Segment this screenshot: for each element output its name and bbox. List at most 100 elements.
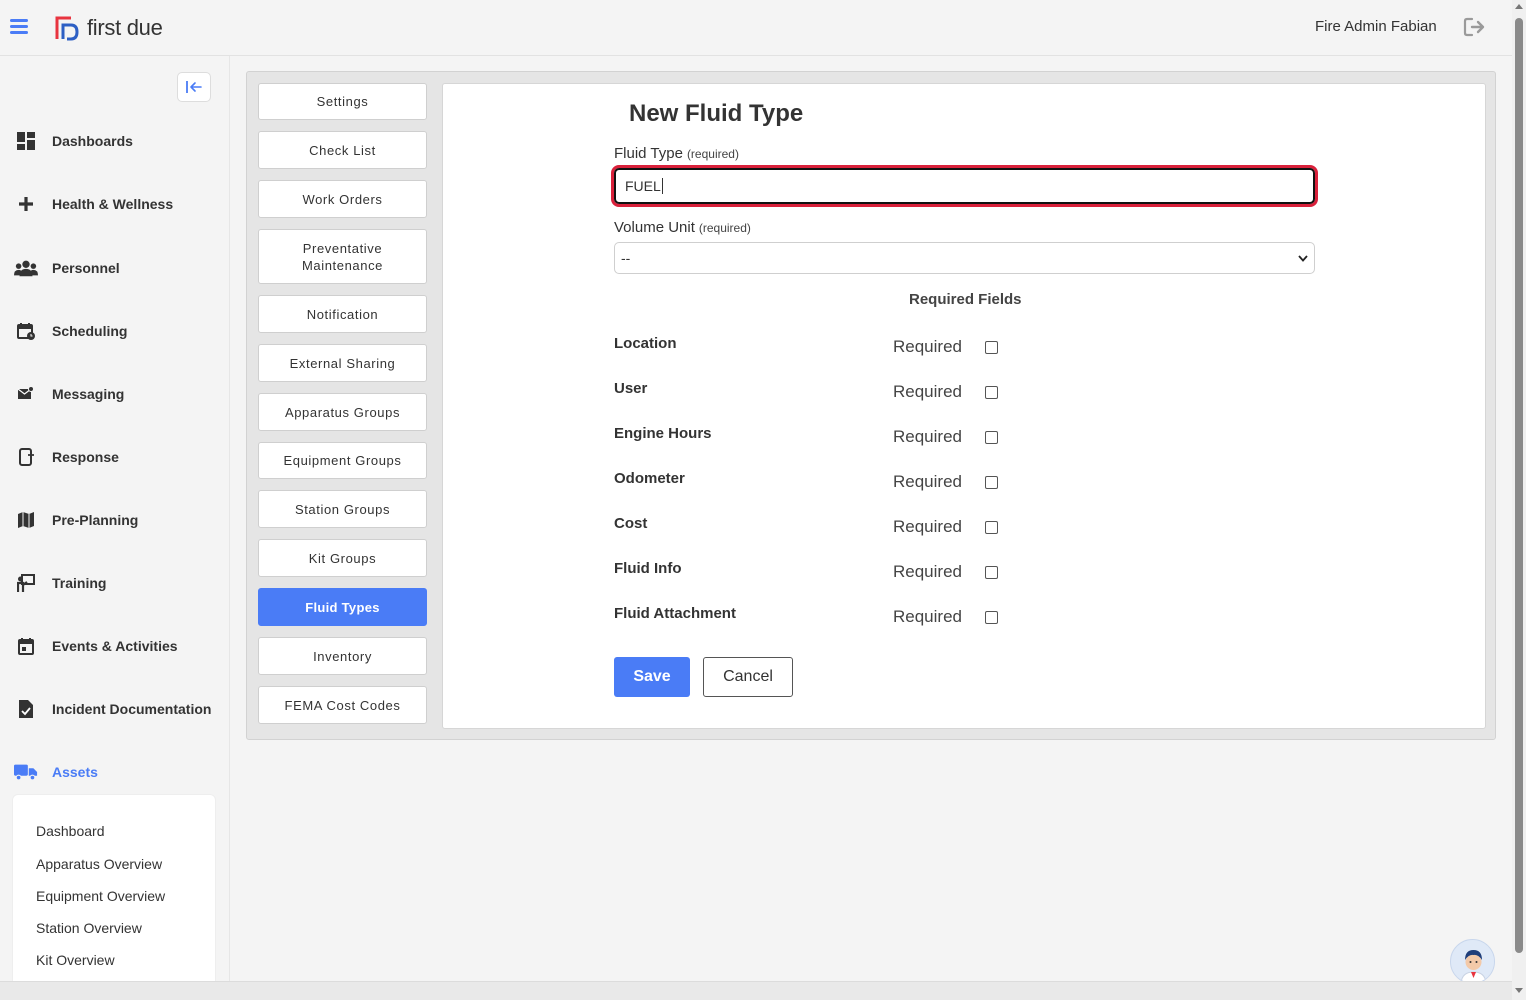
sidebar-item-label: Incident Documentation <box>52 701 212 717</box>
sidebar-item-messaging[interactable]: Messaging <box>14 382 124 406</box>
required-label: Required <box>893 337 962 356</box>
save-button[interactable]: Save <box>614 657 690 697</box>
cost-required-checkbox[interactable] <box>985 521 998 534</box>
tab-notification[interactable]: Notification <box>258 295 427 333</box>
new-fluid-type-form: New Fluid Type Fluid Type (required) FUEL… <box>442 83 1486 729</box>
sidebar-item-label: Personnel <box>52 260 120 276</box>
volume-unit-label-text: Volume Unit <box>614 219 695 236</box>
required-row-fluid-attachment: Fluid Attachment <box>614 605 736 622</box>
fluid-info-required-checkbox[interactable] <box>985 566 998 579</box>
tab-station-groups[interactable]: Station Groups <box>258 490 427 528</box>
required-row-user: User <box>614 380 648 397</box>
tab-inventory[interactable]: Inventory <box>258 637 427 675</box>
collapse-sidebar-button[interactable] <box>177 72 211 102</box>
document-check-icon <box>14 697 38 721</box>
sidebar-item-training[interactable]: Training <box>14 571 106 595</box>
calendar-clock-icon <box>14 319 38 343</box>
scroll-up-arrow-icon[interactable] <box>1515 4 1523 9</box>
hamburger-menu-icon[interactable] <box>10 19 28 35</box>
sidebar-item-incident-documentation[interactable]: Incident Documentation <box>14 697 211 721</box>
required-label: Required <box>893 382 962 401</box>
user-name[interactable]: Fire Admin Fabian <box>1315 18 1437 35</box>
volume-unit-select[interactable]: -- <box>614 242 1315 274</box>
sidebar-item-label: Messaging <box>52 386 125 402</box>
phone-icon <box>14 445 38 469</box>
required-label: Required <box>893 517 962 536</box>
fluid-type-input[interactable]: FUEL <box>614 168 1315 204</box>
map-icon <box>14 508 38 532</box>
required-row-cost: Cost <box>614 515 648 532</box>
users-icon <box>14 256 38 280</box>
sidebar: Dashboards Health & Wellness Personnel S… <box>0 56 230 984</box>
required-row-odometer: Odometer <box>614 470 685 487</box>
first-due-logo-icon <box>55 16 79 41</box>
assistant-avatar[interactable] <box>1450 939 1495 984</box>
required-row-location: Location <box>614 335 677 352</box>
required-row-engine-hours: Engine Hours <box>614 425 712 442</box>
tab-work-orders[interactable]: Work Orders <box>258 180 427 218</box>
required-fields-heading: Required Fields <box>909 291 1022 308</box>
sidebar-item-label: Training <box>52 575 107 591</box>
page-scrollbar[interactable] <box>1512 0 1526 1000</box>
assistant-avatar-icon <box>1451 940 1494 983</box>
required-label: Required <box>893 472 962 491</box>
required-label: Required <box>893 607 962 626</box>
footer <box>0 981 1512 1000</box>
mail-icon <box>14 382 38 406</box>
subnav-item-dashboard[interactable]: Dashboard <box>36 823 105 839</box>
engine-hours-required-checkbox[interactable] <box>985 431 998 444</box>
training-icon <box>14 571 38 595</box>
brand-name: first due <box>87 15 163 40</box>
required-row-fluid-info: Fluid Info <box>614 560 682 577</box>
tab-apparatus-groups[interactable]: Apparatus Groups <box>258 393 427 431</box>
logout-icon[interactable] <box>1463 16 1487 38</box>
scroll-down-arrow-icon[interactable] <box>1515 988 1523 993</box>
sidebar-item-label: Response <box>52 449 119 465</box>
sidebar-item-label: Health & Wellness <box>52 196 174 212</box>
required-label: Required <box>893 562 962 581</box>
fluid-attachment-required-checkbox[interactable] <box>985 611 998 624</box>
form-title: New Fluid Type <box>629 100 804 127</box>
collapse-left-icon <box>186 81 202 93</box>
sidebar-item-label: Scheduling <box>52 323 128 339</box>
sidebar-item-events-activities[interactable]: Events & Activities <box>14 634 178 658</box>
subnav-item-kit-overview[interactable]: Kit Overview <box>36 952 115 968</box>
volume-unit-value: -- <box>621 250 631 266</box>
subnav-item-station-overview[interactable]: Station Overview <box>36 920 142 936</box>
required-label: Required <box>893 427 962 446</box>
tab-settings[interactable]: Settings <box>258 83 427 120</box>
sidebar-item-label: Events & Activities <box>52 638 178 654</box>
sidebar-item-dashboards[interactable]: Dashboards <box>14 129 133 153</box>
sidebar-item-response[interactable]: Response <box>14 445 119 469</box>
calendar-icon <box>14 634 38 658</box>
logo[interactable]: first due <box>54 15 163 41</box>
sidebar-item-personnel[interactable]: Personnel <box>14 256 120 280</box>
odometer-required-checkbox[interactable] <box>985 476 998 489</box>
sidebar-item-assets[interactable]: Assets <box>14 760 98 784</box>
truck-icon <box>14 760 38 784</box>
tab-preventative-maintenance[interactable]: Preventative Maintenance <box>258 229 427 284</box>
tab-external-sharing[interactable]: External Sharing <box>258 344 427 382</box>
subnav-item-apparatus-overview[interactable]: Apparatus Overview <box>36 856 162 872</box>
tab-fema-cost-codes[interactable]: FEMA Cost Codes <box>258 686 427 724</box>
sidebar-item-label: Dashboards <box>52 133 133 149</box>
tab-fluid-types[interactable]: Fluid Types <box>258 588 427 626</box>
fluid-type-value: FUEL <box>625 178 661 194</box>
tab-equipment-groups[interactable]: Equipment Groups <box>258 442 427 479</box>
cancel-button[interactable]: Cancel <box>703 657 793 697</box>
sidebar-item-scheduling[interactable]: Scheduling <box>14 319 127 343</box>
location-required-checkbox[interactable] <box>985 341 998 354</box>
tab-kit-groups[interactable]: Kit Groups <box>258 539 427 577</box>
subnav-item-equipment-overview[interactable]: Equipment Overview <box>36 888 165 904</box>
plus-icon <box>14 192 38 216</box>
settings-panel: Settings Check List Work Orders Preventa… <box>246 71 1496 740</box>
user-required-checkbox[interactable] <box>985 386 998 399</box>
volume-unit-label: Volume Unit (required) <box>614 219 751 236</box>
sidebar-item-health-wellness[interactable]: Health & Wellness <box>14 192 173 216</box>
fluid-type-label-text: Fluid Type <box>614 145 683 162</box>
scroll-thumb[interactable] <box>1515 18 1523 953</box>
sidebar-item-pre-planning[interactable]: Pre-Planning <box>14 508 138 532</box>
tab-check-list[interactable]: Check List <box>258 131 427 169</box>
sidebar-item-label: Assets <box>52 764 98 780</box>
fluid-type-label: Fluid Type (required) <box>614 145 739 162</box>
